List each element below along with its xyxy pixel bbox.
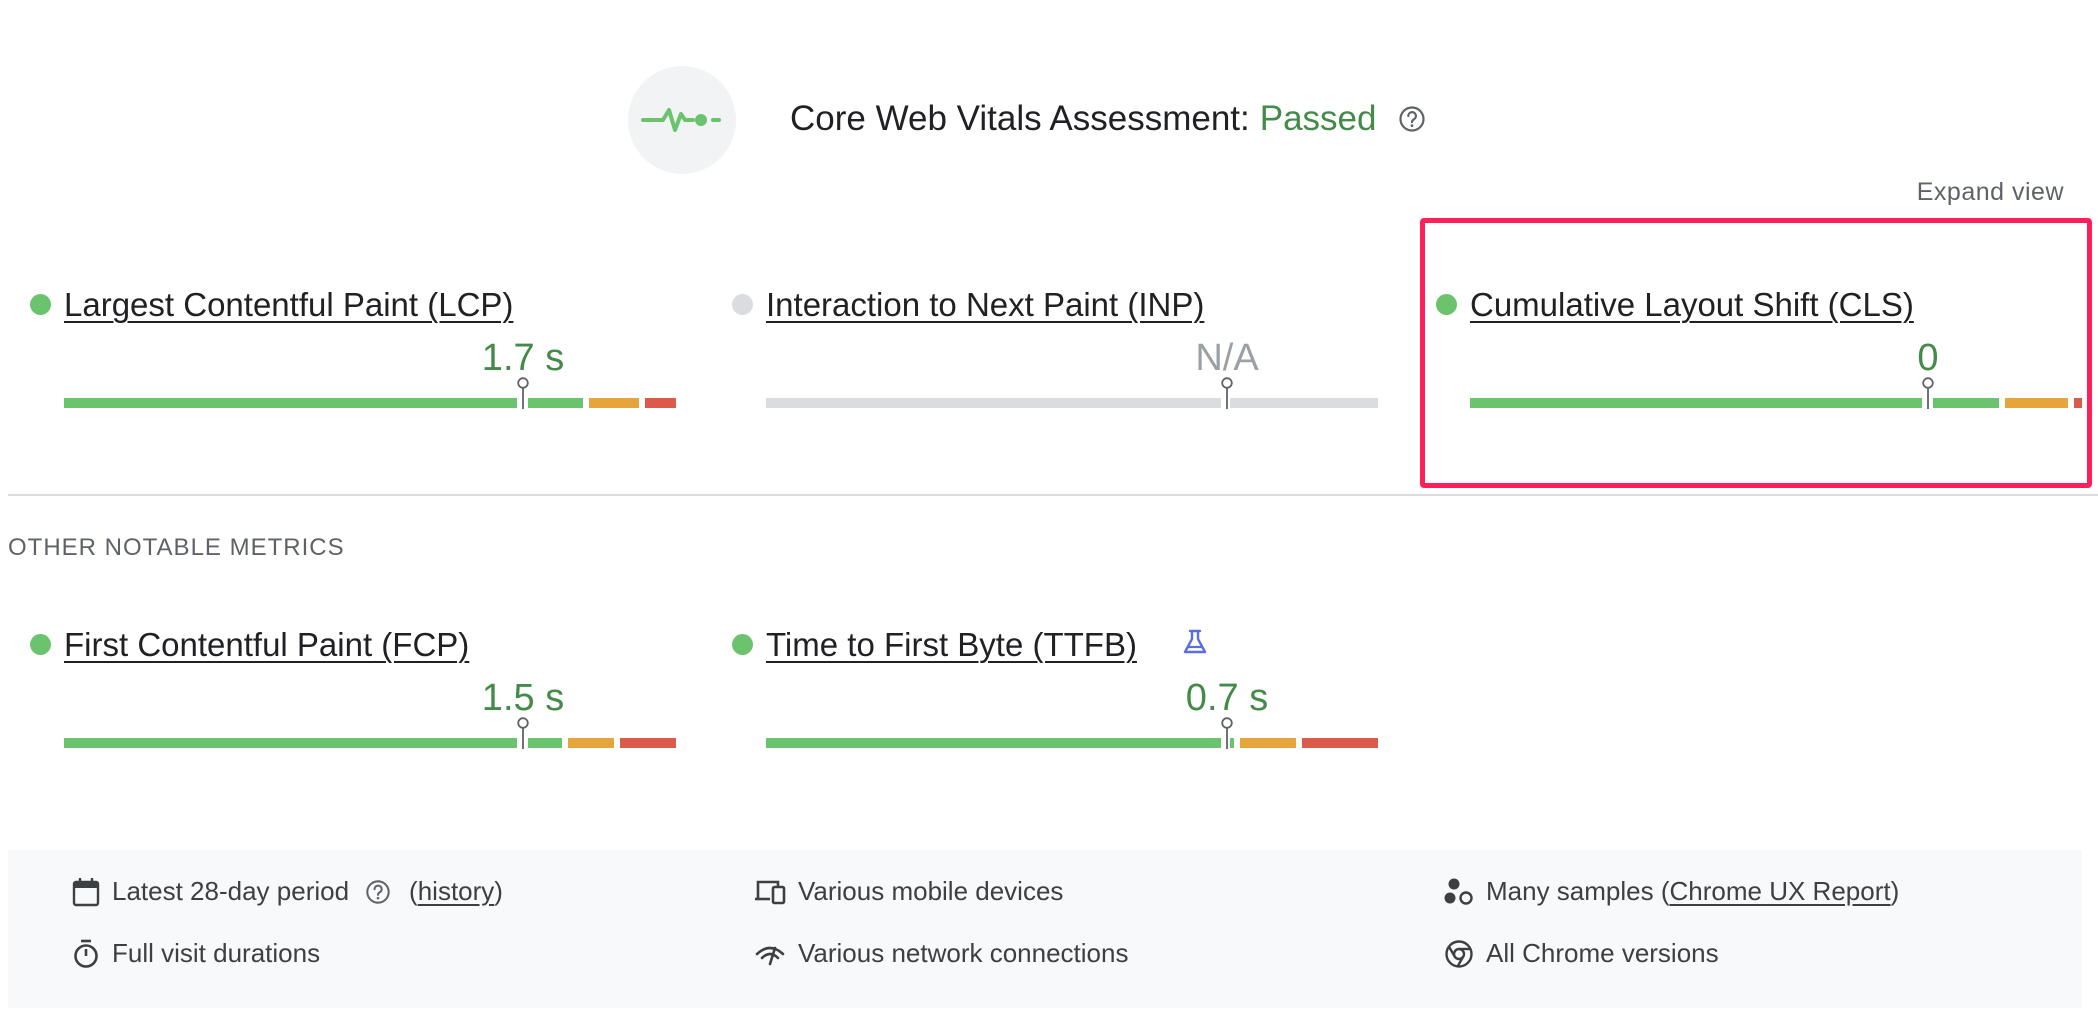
good-segment xyxy=(1933,398,1999,408)
versions-info: All Chrome versions xyxy=(1444,938,1719,969)
good-segment xyxy=(64,738,517,748)
samples-text: Many samples ( xyxy=(1486,876,1670,906)
poor-segment xyxy=(620,738,676,748)
durations-info: Full visit durations xyxy=(72,938,320,969)
assessment-status: Passed xyxy=(1259,99,1377,138)
devices-text: Various mobile devices xyxy=(798,876,1064,906)
timer-icon xyxy=(74,939,98,968)
paren-open: ( xyxy=(409,876,418,906)
chrome-ux-report-link[interactable]: Chrome UX Report xyxy=(1670,876,1891,907)
status-dot xyxy=(732,634,753,655)
metric-name-link[interactable]: Time to First Byte (TTFB) xyxy=(766,624,1137,666)
distribution-bar xyxy=(64,738,676,748)
poor-segment xyxy=(645,398,676,408)
section-divider xyxy=(8,494,2098,496)
devices-icon xyxy=(755,880,786,904)
versions-text: All Chrome versions xyxy=(1486,938,1719,968)
metric-value: 1.7 s xyxy=(481,337,565,379)
percentile-marker-icon xyxy=(517,377,529,409)
chrome-icon xyxy=(1445,939,1473,968)
metric-name-link[interactable]: First Contentful Paint (FCP) xyxy=(64,624,469,666)
metric-cls: Cumulative Layout Shift (CLS) 0 xyxy=(1436,284,2082,409)
calendar-icon xyxy=(72,877,100,906)
distribution-bar xyxy=(64,398,676,408)
expand-view-link[interactable]: Expand view xyxy=(1917,178,2064,207)
poor-segment xyxy=(2074,398,2082,408)
good-segment xyxy=(64,398,517,408)
status-dot xyxy=(30,634,51,655)
period-info: Latest 28-day period ( history ) xyxy=(72,876,503,907)
percentile-marker-icon xyxy=(1922,377,1934,409)
durations-text: Full visit durations xyxy=(112,938,321,968)
paren-close: ) xyxy=(1890,876,1900,906)
metric-name-link[interactable]: Largest Contentful Paint (LCP) xyxy=(64,284,513,326)
status-dot xyxy=(1436,294,1457,315)
section-title: OTHER NOTABLE METRICS xyxy=(8,534,345,561)
distribution-bar xyxy=(766,398,1378,408)
metric-value: N/A xyxy=(1195,337,1259,379)
na-segment xyxy=(1230,398,1378,408)
samples-info: Many samples ( Chrome UX Report ) xyxy=(1444,876,1899,907)
help-icon[interactable] xyxy=(1398,105,1426,133)
status-dot xyxy=(732,294,753,315)
metric-value: 0.7 s xyxy=(1185,677,1269,719)
footer-info-panel: Latest 28-day period ( history ) Full vi… xyxy=(8,850,2082,1008)
distribution-bar xyxy=(1470,398,2082,408)
metric-lcp: Largest Contentful Paint (LCP) 1.7 s xyxy=(30,284,676,409)
good-segment xyxy=(1470,398,1922,408)
metric-value: 1.5 s xyxy=(481,677,565,719)
needs-improvement-segment xyxy=(2005,398,2068,408)
na-segment xyxy=(766,398,1221,408)
good-segment xyxy=(766,738,1221,748)
metric-name-link[interactable]: Cumulative Layout Shift (CLS) xyxy=(1470,284,1914,326)
metric-fcp: First Contentful Paint (FCP) 1.5 s xyxy=(30,624,676,749)
percentile-marker-icon xyxy=(517,717,529,749)
samples-dots-icon xyxy=(1444,878,1473,905)
network-text: Various network connections xyxy=(798,938,1129,968)
good-segment xyxy=(528,398,583,408)
percentile-marker-icon xyxy=(1221,377,1233,409)
good-segment xyxy=(528,738,562,748)
percentile-marker-icon xyxy=(1221,717,1233,749)
network-signal-icon xyxy=(755,946,785,965)
needs-improvement-segment xyxy=(568,738,614,748)
lab-flask-icon[interactable] xyxy=(1182,628,1208,656)
metric-name-link[interactable]: Interaction to Next Paint (INP) xyxy=(766,284,1204,326)
vitals-pulse-icon xyxy=(628,66,736,174)
needs-improvement-segment xyxy=(589,398,639,408)
metric-inp: Interaction to Next Paint (INP) N/A xyxy=(732,284,1378,409)
assessment-title: Core Web Vitals Assessment: xyxy=(790,99,1250,138)
needs-improvement-segment xyxy=(1240,738,1296,748)
metric-ttfb: Time to First Byte (TTFB) 0.7 s xyxy=(732,624,1378,749)
distribution-bar xyxy=(766,738,1378,748)
metric-value: 0 xyxy=(1917,337,1939,379)
period-text: Latest 28-day period xyxy=(112,876,350,906)
network-info: Various network connections xyxy=(754,938,1128,969)
devices-info: Various mobile devices xyxy=(754,876,1063,907)
paren-close: ) xyxy=(494,876,503,906)
status-dot xyxy=(30,294,51,315)
poor-segment xyxy=(1302,738,1378,748)
history-link[interactable]: history xyxy=(418,876,495,907)
help-icon[interactable] xyxy=(365,879,391,905)
assessment-heading: Core Web Vitals Assessment: Passed xyxy=(790,96,1426,142)
